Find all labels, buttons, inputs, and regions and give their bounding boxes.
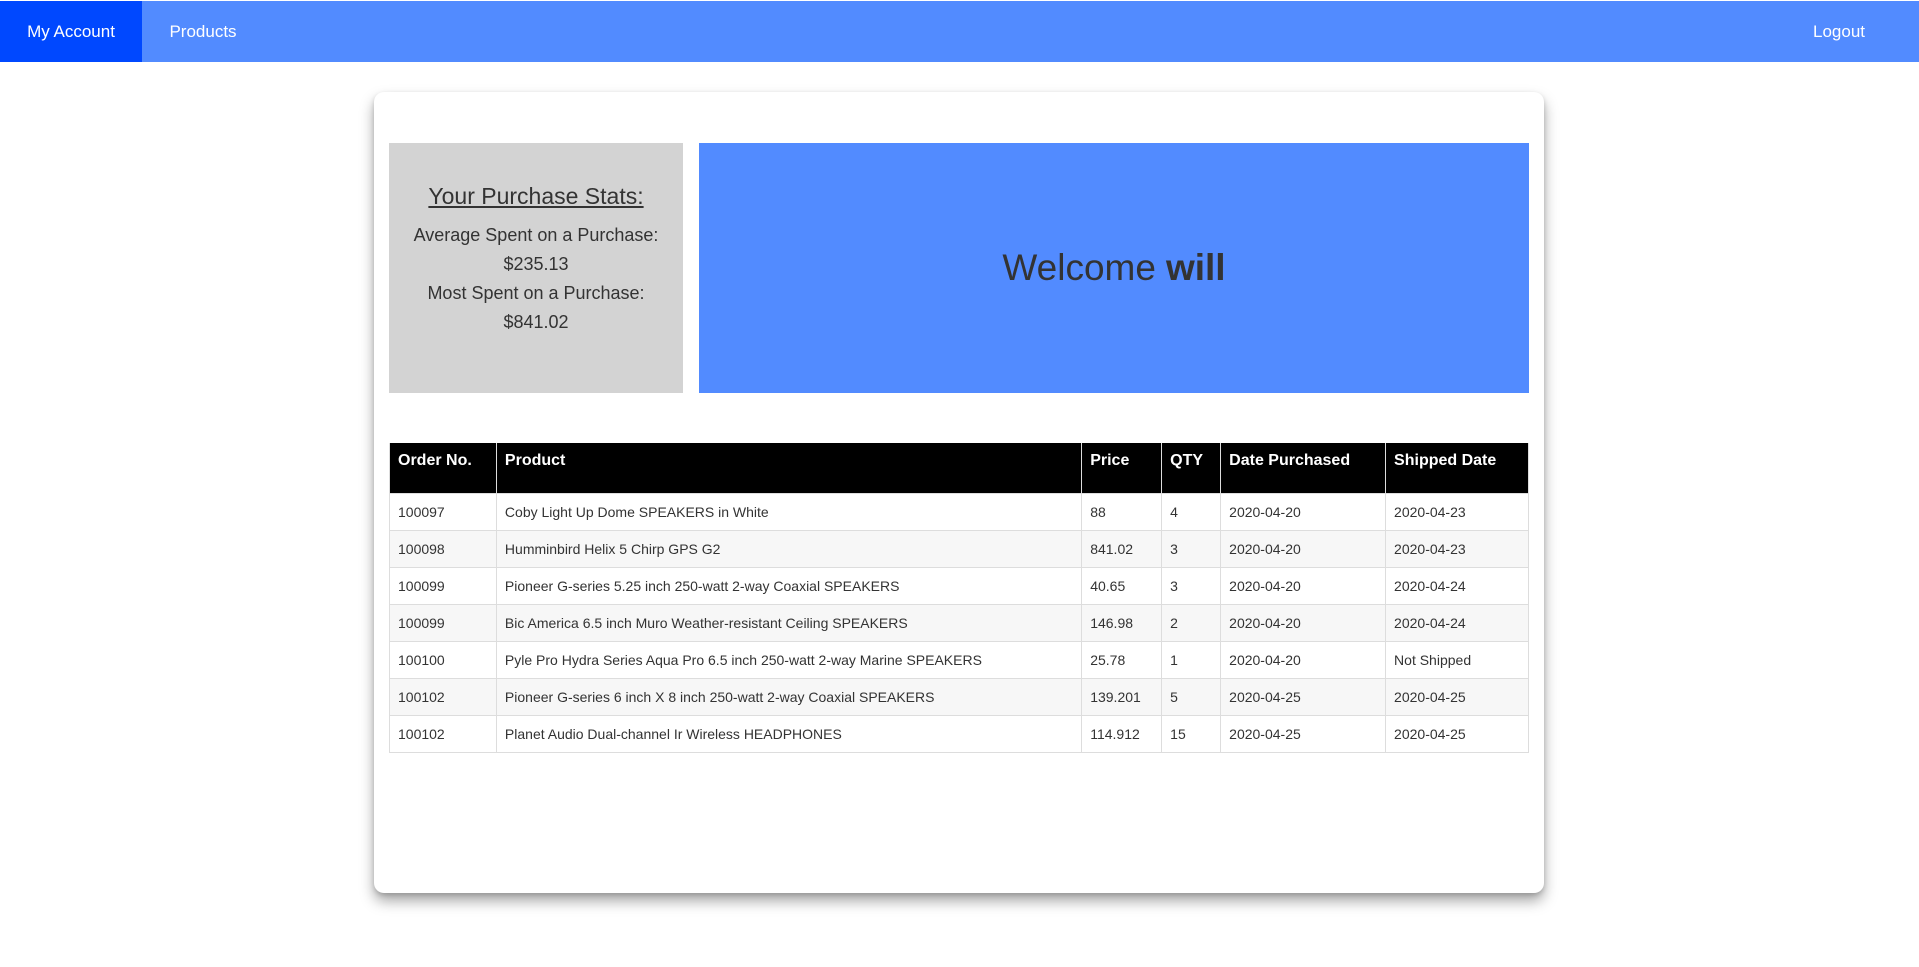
max-spent-label: Most Spent on a Purchase: <box>427 283 645 303</box>
max-spent-value: $841.02 <box>503 312 569 332</box>
table-row: 100102 Planet Audio Dual-channel Ir Wirel… <box>389 714 1529 753</box>
cell-order-no: 100102 <box>389 714 497 753</box>
cell-price: 139.201 <box>1081 677 1163 716</box>
cell-qty: 2 <box>1161 603 1222 642</box>
cell-date-purchased: 2020-04-25 <box>1220 714 1387 753</box>
cell-product: Bic America 6.5 inch Muro Weather-resist… <box>495 603 1083 642</box>
table-row: 100099 Pioneer G-series 5.25 inch 250-wat… <box>389 566 1529 605</box>
nav-my-account[interactable]: My Account <box>0 1 142 62</box>
cell-order-no: 100100 <box>389 640 497 679</box>
table-row: 100099 Bic America 6.5 inch Muro Weather-… <box>389 603 1529 642</box>
cell-order-no: 100099 <box>389 603 497 642</box>
cell-shipped-date: 2020-04-24 <box>1385 566 1529 605</box>
header-product: Product <box>495 443 1083 493</box>
cell-qty: 3 <box>1161 529 1222 568</box>
cell-order-no: 100098 <box>389 529 497 568</box>
cell-product: Pioneer G-series 6 inch X 8 inch 250-wat… <box>495 677 1083 716</box>
cell-shipped-date: 2020-04-24 <box>1385 603 1529 642</box>
orders-table-header: Order No. Product Price QTY Date Purchased Sh… <box>389 443 1529 493</box>
table-row: 100097 Coby Light Up Dome SPEAKERS in Whi… <box>389 492 1529 531</box>
cell-order-no: 100099 <box>389 566 497 605</box>
purchase-stats-panel: Your Purchase Stats: Average Spent on a … <box>389 143 683 393</box>
cell-product: Pyle Pro Hydra Series Aqua Pro 6.5 inch … <box>495 640 1083 679</box>
cell-shipped-date: 2020-04-25 <box>1385 714 1529 753</box>
cell-shipped-date: 2020-04-23 <box>1385 492 1529 531</box>
cell-product: Coby Light Up Dome SPEAKERS in White <box>495 492 1083 531</box>
cell-qty: 1 <box>1161 640 1222 679</box>
header-qty: QTY <box>1161 443 1222 493</box>
header-date-purchased: Date Purchased <box>1220 443 1387 493</box>
cell-product: Humminbird Helix 5 Chirp GPS G2 <box>495 529 1083 568</box>
avg-spent-value: $235.13 <box>503 254 569 274</box>
welcome-greeting: Welcome <box>1002 247 1156 288</box>
header-row: Order No. Product Price QTY Date Purchased Sh… <box>389 443 1529 493</box>
cell-shipped-date: Not Shipped <box>1385 640 1529 679</box>
cell-price: 40.65 <box>1081 566 1163 605</box>
cell-qty: 15 <box>1161 714 1222 753</box>
cell-product: Pioneer G-series 5.25 inch 250-watt 2-wa… <box>495 566 1083 605</box>
cell-qty: 5 <box>1161 677 1222 716</box>
cell-date-purchased: 2020-04-20 <box>1220 640 1387 679</box>
header-order-no: Order No. <box>389 443 497 493</box>
cell-price: 841.02 <box>1081 529 1163 568</box>
nav-logout[interactable]: Logout <box>1786 1 1892 62</box>
cell-date-purchased: 2020-04-20 <box>1220 566 1387 605</box>
account-card: Your Purchase Stats: Average Spent on a … <box>374 92 1544 893</box>
cell-price: 25.78 <box>1081 640 1163 679</box>
cell-date-purchased: 2020-04-20 <box>1220 529 1387 568</box>
cell-price: 114.912 <box>1081 714 1163 753</box>
header-shipped-date: Shipped Date <box>1385 443 1529 493</box>
cell-order-no: 100097 <box>389 492 497 531</box>
top-navbar: My Account Products Logout <box>0 1 1919 62</box>
orders-table: Order No. Product Price QTY Date Purchased Sh… <box>389 443 1529 753</box>
welcome-banner: Welcome will <box>699 143 1529 393</box>
cell-price: 88 <box>1081 492 1163 531</box>
cell-shipped-date: 2020-04-25 <box>1385 677 1529 716</box>
header-price: Price <box>1081 443 1163 493</box>
cell-order-no: 100102 <box>389 677 497 716</box>
cell-product: Planet Audio Dual-channel Ir Wireless HE… <box>495 714 1083 753</box>
stats-title: Your Purchase Stats: <box>428 183 644 209</box>
cell-date-purchased: 2020-04-25 <box>1220 677 1387 716</box>
cell-shipped-date: 2020-04-23 <box>1385 529 1529 568</box>
orders-table-body: 100097 Coby Light Up Dome SPEAKERS in Whi… <box>389 492 1529 753</box>
cell-date-purchased: 2020-04-20 <box>1220 492 1387 531</box>
welcome-username: will <box>1165 247 1226 288</box>
table-row: 100102 Pioneer G-series 6 inch X 8 inch 2… <box>389 677 1529 716</box>
nav-products[interactable]: Products <box>142 1 264 62</box>
cell-date-purchased: 2020-04-20 <box>1220 603 1387 642</box>
cell-qty: 3 <box>1161 566 1222 605</box>
table-row: 100098 Humminbird Helix 5 Chirp GPS G2 841… <box>389 529 1529 568</box>
cell-price: 146.98 <box>1081 603 1163 642</box>
avg-spent-label: Average Spent on a Purchase: <box>413 225 659 245</box>
cell-qty: 4 <box>1161 492 1222 531</box>
table-row: 100100 Pyle Pro Hydra Series Aqua Pro 6.5… <box>389 640 1529 679</box>
